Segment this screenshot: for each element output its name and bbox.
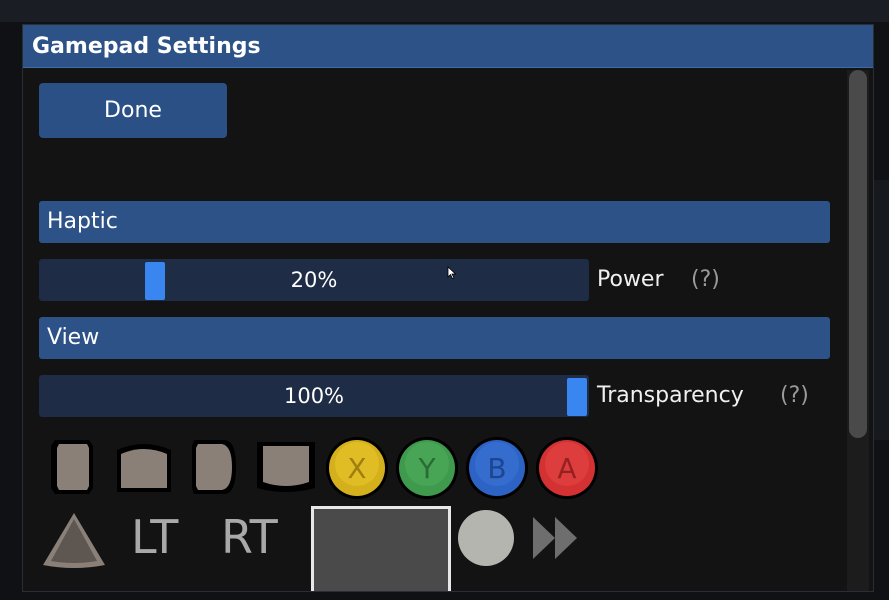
view-section-header: View: [39, 317, 830, 359]
triangle-icon[interactable]: [39, 509, 109, 571]
view-header-label: View: [47, 325, 100, 350]
done-button[interactable]: Done: [39, 83, 227, 138]
b-button-label: B: [487, 452, 506, 485]
right-trigger-bumper-icon[interactable]: [253, 438, 319, 496]
haptic-section-header: Haptic: [39, 201, 830, 243]
b-button[interactable]: B: [465, 436, 529, 500]
y-button-label: Y: [417, 452, 436, 485]
gamepad-settings-dialog: Gamepad Settings Done Haptic 20% Power (…: [22, 24, 874, 592]
y-button[interactable]: Y: [395, 436, 459, 500]
left-trigger-bumper-icon[interactable]: [113, 438, 175, 496]
background-panel-top: [0, 0, 889, 22]
x-button[interactable]: X: [325, 436, 389, 500]
circle-button-icon[interactable]: [457, 509, 515, 567]
lt-button[interactable]: LT: [131, 510, 178, 564]
right-bumper-icon[interactable]: [188, 438, 238, 496]
view-transparency-value: 100%: [283, 384, 345, 408]
view-transparency-slider[interactable]: 100%: [39, 375, 589, 417]
dialog-scrollbar[interactable]: [847, 70, 869, 591]
power-help-button[interactable]: (?): [691, 267, 720, 292]
a-button-label: A: [557, 452, 576, 485]
dialog-titlebar: Gamepad Settings: [23, 25, 873, 68]
haptic-power-value: 20%: [290, 268, 338, 292]
rt-button[interactable]: RT: [221, 510, 278, 564]
fast-forward-icon[interactable]: [531, 515, 579, 561]
touchpad-area[interactable]: [311, 506, 451, 591]
a-button[interactable]: A: [535, 436, 599, 500]
mouse-cursor-icon: [447, 265, 457, 284]
dialog-title: Gamepad Settings: [32, 34, 261, 59]
background-panel-right: [872, 180, 889, 440]
left-bumper-icon[interactable]: [47, 438, 97, 496]
power-label: Power: [597, 267, 664, 292]
haptic-power-slider[interactable]: 20%: [39, 259, 589, 301]
haptic-header-label: Haptic: [47, 209, 118, 234]
transparency-help-button[interactable]: (?): [780, 383, 809, 408]
scrollbar-thumb[interactable]: [849, 70, 867, 438]
x-button-label: X: [347, 452, 366, 485]
transparency-label: Transparency: [597, 383, 744, 408]
